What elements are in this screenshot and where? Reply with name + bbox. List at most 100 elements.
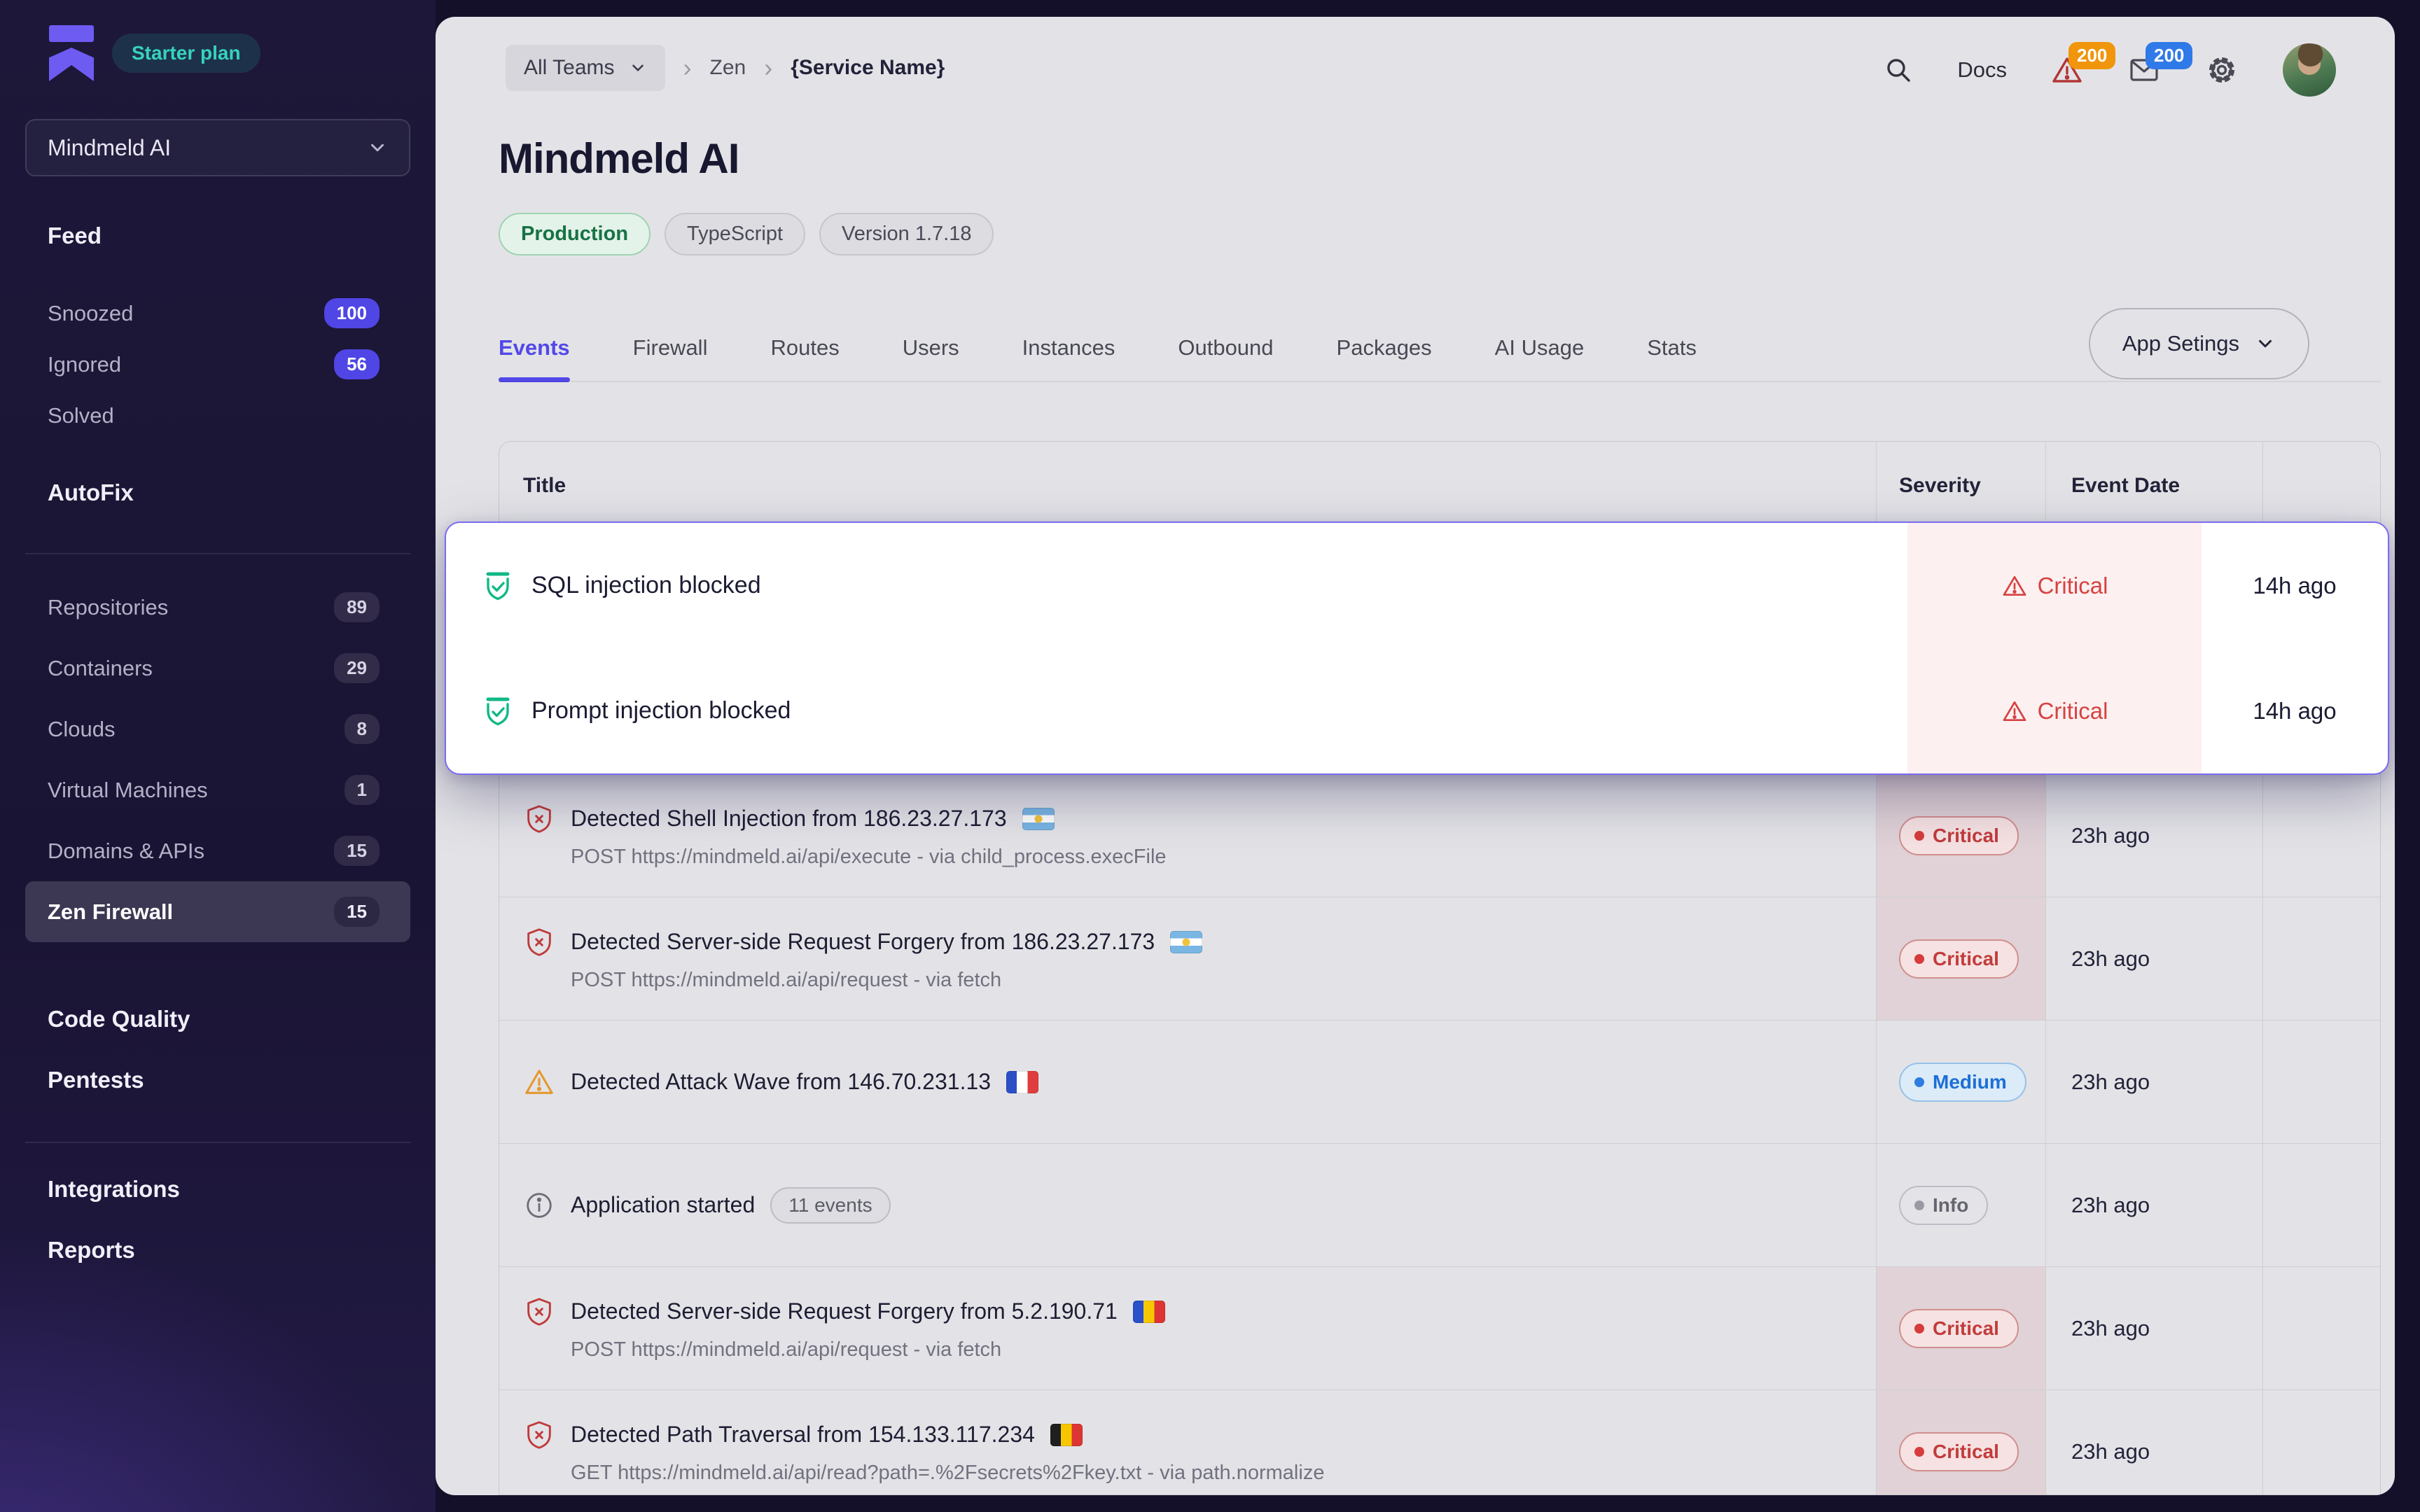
language-badge: TypeScript: [665, 213, 805, 255]
tab-stats[interactable]: Stats: [1647, 314, 1697, 382]
severity-badge: Info: [1899, 1186, 1988, 1225]
breadcrumb-project[interactable]: Zen: [710, 56, 746, 80]
app-settings-button[interactable]: App Setings: [2089, 308, 2309, 379]
event-date: 23h ago: [2045, 897, 2262, 1020]
breadcrumb: All Teams › Zen › {Service Name}: [506, 45, 945, 91]
popup-row[interactable]: SQL injection blocked Critical 14h ago: [446, 523, 2388, 648]
popup-severity-cell: Critical: [1907, 648, 2202, 774]
app-logo[interactable]: [49, 25, 94, 81]
user-avatar[interactable]: [2283, 43, 2336, 97]
tab-bar: Events Firewall Routes Users Instances O…: [499, 314, 1697, 382]
search-icon[interactable]: [1883, 55, 1914, 85]
tab-firewall[interactable]: Firewall: [633, 314, 708, 382]
shield-check-icon: [481, 694, 515, 728]
sidebar-item-containers[interactable]: Containers 29: [25, 638, 410, 699]
severity-badge: Critical: [1899, 816, 2019, 855]
environment-badge: Production: [499, 213, 651, 255]
count-badge: 100: [324, 298, 380, 328]
severity-badge: Critical: [1899, 1432, 2019, 1471]
breadcrumb-all-teams[interactable]: All Teams: [506, 45, 665, 91]
table-row[interactable]: Detected Attack Wave from 146.70.231.13 …: [499, 1020, 2380, 1143]
sidebar-item-virtual-machines[interactable]: Virtual Machines 1: [25, 760, 410, 820]
count-badge: 1: [345, 775, 380, 805]
table-row[interactable]: Detected Server-side Request Forgery fro…: [499, 1266, 2380, 1390]
belgium-flag-icon: [1050, 1424, 1083, 1446]
breadcrumb-separator: ›: [683, 53, 692, 83]
sidebar-item-reports[interactable]: Reports: [25, 1219, 410, 1280]
sidebar-item-code-quality[interactable]: Code Quality: [25, 988, 410, 1049]
event-date: 23h ago: [2045, 774, 2262, 897]
tab-packages[interactable]: Packages: [1337, 314, 1432, 382]
count-badge: 56: [334, 349, 380, 379]
table-row[interactable]: Detected Path Traversal from 154.133.117…: [499, 1390, 2380, 1495]
tab-ai-usage[interactable]: AI Usage: [1495, 314, 1585, 382]
tab-instances[interactable]: Instances: [1022, 314, 1115, 382]
popup-row[interactable]: Prompt injection blocked Critical 14h ag…: [446, 648, 2388, 774]
sidebar-item-clouds[interactable]: Clouds 8: [25, 699, 410, 760]
shield-x-icon: [523, 803, 555, 835]
sidebar-item-autofix[interactable]: AutoFix: [25, 467, 410, 518]
chevron-down-icon: [367, 137, 388, 158]
events-count-badge: 11 events: [770, 1187, 890, 1224]
org-selector[interactable]: Mindmeld AI: [25, 119, 410, 176]
column-header-actions: [2262, 442, 2380, 530]
table-header: Title Severity Event Date: [499, 442, 2380, 530]
shield-x-icon: [523, 926, 555, 958]
severity-badge: Critical: [1899, 939, 2019, 979]
main-panel: All Teams › Zen › {Service Name} Docs 20…: [436, 17, 2395, 1495]
sidebar-item-integrations[interactable]: Integrations: [25, 1158, 410, 1219]
page-title: Mindmeld AI: [499, 134, 739, 183]
popup-event-date: 14h ago: [2202, 523, 2388, 648]
tab-bar-divider: [499, 381, 2381, 382]
severity-badge: Critical: [1899, 1309, 2019, 1348]
sidebar-item-snoozed[interactable]: Snoozed 100: [25, 288, 410, 339]
warning-triangle-icon: [2001, 573, 2028, 599]
plan-badge: Starter plan: [112, 34, 260, 73]
france-flag-icon: [1006, 1071, 1038, 1093]
sidebar-divider: [25, 553, 410, 554]
breadcrumb-service: {Service Name}: [791, 56, 945, 80]
table-row[interactable]: Detected Shell Injection from 186.23.27.…: [499, 774, 2380, 897]
shield-check-icon: [481, 569, 515, 603]
messages-icon[interactable]: 200: [2127, 53, 2161, 87]
count-badge: 15: [334, 836, 380, 866]
table-row[interactable]: Application started 11 events Info 23h a…: [499, 1143, 2380, 1266]
docs-link[interactable]: Docs: [1957, 57, 2007, 83]
column-header-date: Event Date: [2045, 442, 2262, 530]
sidebar-item-ignored[interactable]: Ignored 56: [25, 339, 410, 390]
popup-severity-cell: Critical: [1907, 523, 2202, 648]
sidebar-item-domains-apis[interactable]: Domains & APIs 15: [25, 820, 410, 881]
sidebar-item-solved[interactable]: Solved: [25, 390, 410, 441]
shield-x-icon: [523, 1296, 555, 1328]
messages-count-badge: 200: [2146, 42, 2192, 69]
tab-routes[interactable]: Routes: [770, 314, 839, 382]
gear-icon[interactable]: [2204, 52, 2239, 88]
event-date: 23h ago: [2045, 1267, 2262, 1390]
event-date: 23h ago: [2045, 1021, 2262, 1143]
sidebar-item-repositories[interactable]: Repositories 89: [25, 577, 410, 638]
argentina-flag-icon: [1170, 931, 1202, 953]
column-header-title: Title: [499, 442, 1876, 530]
info-circle-icon: [523, 1189, 555, 1222]
alerts-icon[interactable]: 200: [2050, 53, 2084, 87]
event-date: 23h ago: [2045, 1144, 2262, 1266]
severity-badge: Medium: [1899, 1063, 2026, 1102]
tab-outbound[interactable]: Outbound: [1178, 314, 1273, 382]
breadcrumb-separator: ›: [764, 53, 772, 83]
romania-flag-icon: [1133, 1301, 1165, 1323]
count-badge: 89: [334, 592, 380, 622]
tab-events[interactable]: Events: [499, 314, 570, 382]
alerts-count-badge: 200: [2068, 42, 2115, 69]
tab-users[interactable]: Users: [903, 314, 959, 382]
warning-triangle-icon: [523, 1066, 555, 1098]
shield-x-icon: [523, 1419, 555, 1451]
chevron-down-icon: [2255, 333, 2276, 354]
column-header-severity: Severity: [1876, 442, 2045, 530]
chevron-down-icon: [629, 59, 647, 77]
table-row[interactable]: Detected Server-side Request Forgery fro…: [499, 897, 2380, 1020]
popup-event-date: 14h ago: [2202, 648, 2388, 774]
sidebar-item-zen-firewall[interactable]: Zen Firewall 15: [25, 881, 410, 942]
sidebar-item-pentests[interactable]: Pentests: [25, 1049, 410, 1110]
count-badge: 29: [334, 653, 380, 683]
argentina-flag-icon: [1022, 808, 1055, 830]
